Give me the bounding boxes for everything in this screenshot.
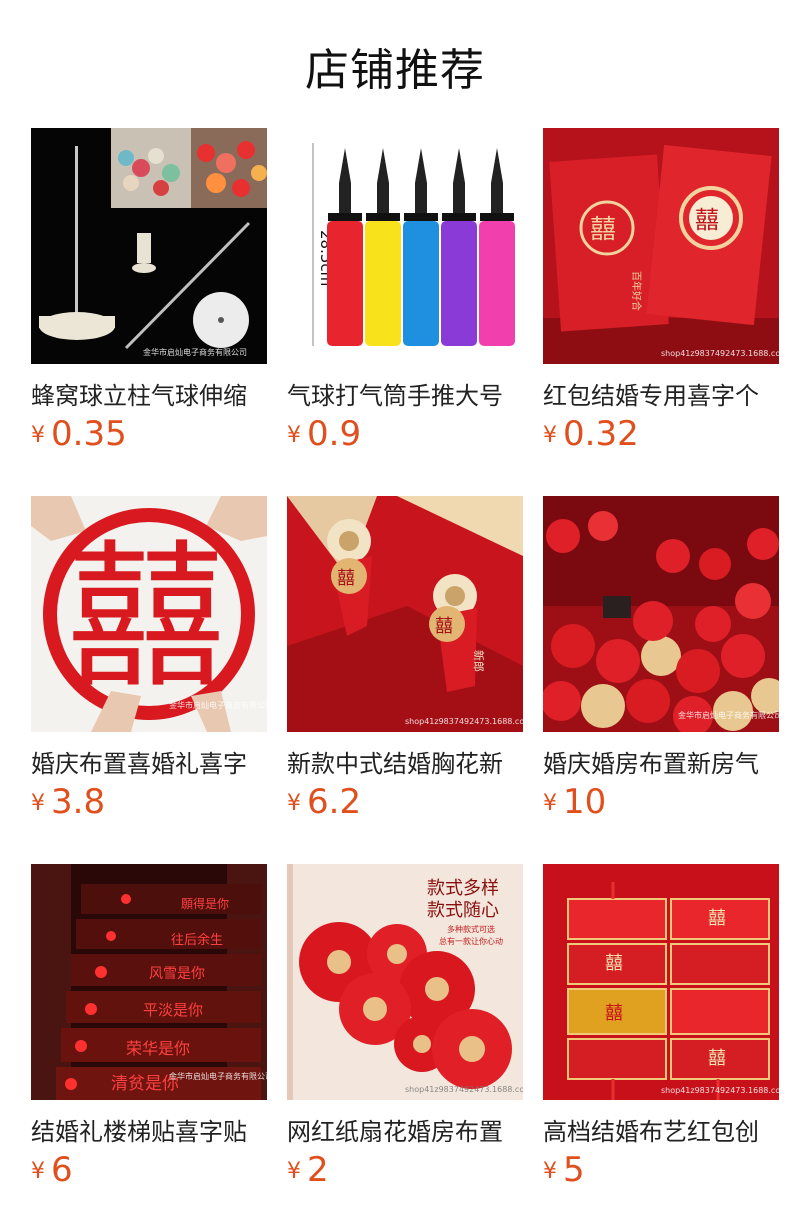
svg-text:囍: 囍 bbox=[435, 616, 453, 637]
product-card[interactable]: 金华市启灿电子商务有限公司 婚庆婚房布置新房气 ¥10 bbox=[543, 496, 779, 836]
product-price: ¥0.9 bbox=[287, 414, 361, 458]
product-image[interactable]: 囍 囍 新郎 shop41z9837492473.1688.com bbox=[287, 496, 523, 732]
product-card[interactable]: 囍 金华市启灿电子商务有限公司 婚庆布置喜婚礼喜字 ¥3.8 bbox=[31, 496, 267, 836]
price-amount: 0.32 bbox=[563, 414, 639, 454]
price-amount: 3.8 bbox=[51, 782, 106, 822]
product-card[interactable]: 28.5cm 气球打气筒手推大号 ¥ 0.9 bbox=[287, 128, 523, 468]
currency-symbol: ¥ bbox=[31, 423, 45, 448]
currency-symbol: ¥ bbox=[543, 1159, 557, 1184]
product-card[interactable]: 囍 百年好合 囍 shop41z9837492473.1688.com 红包结婚… bbox=[543, 128, 779, 468]
product-name[interactable]: 蜂窝球立柱气球伸缩 bbox=[31, 376, 267, 410]
price-amount: 10 bbox=[563, 782, 607, 822]
ribbon-text: 新郎 bbox=[472, 650, 486, 672]
product-price: ¥3.8 bbox=[31, 782, 105, 826]
product-price: ¥0.32 bbox=[543, 414, 639, 458]
svg-text:囍: 囍 bbox=[605, 1003, 623, 1024]
product-image[interactable]: 金华市启灿电子商务有限公司 bbox=[31, 128, 267, 364]
headline-1: 款式多样 bbox=[427, 878, 499, 899]
price-amount: 6 bbox=[51, 1150, 73, 1190]
sub-1: 多种款式可选 bbox=[447, 924, 495, 934]
envelope-text: 百年好合 bbox=[630, 271, 643, 311]
svg-text:囍: 囍 bbox=[605, 953, 623, 974]
product-image[interactable]: 囍 囍 囍 囍 shop41z9837492473.1688.com bbox=[543, 864, 779, 1100]
product-image[interactable]: 願得是你 往后余生 风雪是你 平淡是你 荣华是你 清贫是你 金华市启灿电子商务有… bbox=[31, 864, 267, 1100]
stair-text: 风雪是你 bbox=[149, 966, 205, 982]
currency-symbol: ¥ bbox=[543, 791, 557, 816]
sub-2: 总有一款让你心动 bbox=[439, 936, 503, 946]
product-card[interactable]: 囍 囍 新郎 shop41z9837492473.1688.com 新款中式结婚… bbox=[287, 496, 523, 836]
product-name[interactable]: 红包结婚专用喜字个 bbox=[543, 376, 779, 410]
watermark-text: 金华市启灿电子商务有限公司 bbox=[143, 347, 247, 357]
svg-text:囍: 囍 bbox=[67, 526, 225, 710]
price-amount: 5 bbox=[563, 1150, 585, 1190]
product-image[interactable]: 金华市启灿电子商务有限公司 bbox=[543, 496, 779, 732]
svg-text:囍: 囍 bbox=[708, 908, 726, 929]
product-card[interactable]: 款式多样 款式随心 多种款式可选 总有一款让你心动 shop41z9837492… bbox=[287, 864, 523, 1204]
watermark-text: shop41z9837492473.1688.com bbox=[405, 1085, 523, 1094]
product-name[interactable]: 婚庆布置喜婚礼喜字 bbox=[31, 744, 267, 778]
watermark-text: 金华市启灿电子商务有限公司 bbox=[169, 1071, 267, 1081]
product-grid: 金华市启灿电子商务有限公司 蜂窝球立柱气球伸缩 ¥0.35 28.5cm 气球打… bbox=[31, 128, 781, 1228]
product-price: ¥5 bbox=[543, 1150, 585, 1194]
product-card[interactable]: 囍 囍 囍 囍 shop41z9837492473.1688.com 高档结婚布… bbox=[543, 864, 779, 1204]
product-price: ¥6.2 bbox=[287, 782, 361, 826]
watermark-text: shop41z9837492473.1688.com bbox=[661, 349, 779, 358]
svg-text:囍: 囍 bbox=[708, 1048, 726, 1069]
watermark-text: 金华市启灿电子商务有限公司 bbox=[678, 710, 779, 720]
stair-text: 平淡是你 bbox=[143, 1001, 203, 1019]
currency-symbol: ¥ bbox=[287, 1159, 301, 1184]
product-image[interactable]: 款式多样 款式随心 多种款式可选 总有一款让你心动 shop41z9837492… bbox=[287, 864, 523, 1100]
product-name[interactable]: 新款中式结婚胸花新 bbox=[287, 744, 523, 778]
product-image[interactable]: 囍 百年好合 囍 shop41z9837492473.1688.com bbox=[543, 128, 779, 364]
product-name[interactable]: 婚庆婚房布置新房气 bbox=[543, 744, 779, 778]
currency-symbol: ¥ bbox=[31, 1159, 45, 1184]
watermark-text: shop41z9837492473.1688.com bbox=[405, 717, 523, 726]
svg-text:囍: 囍 bbox=[337, 568, 355, 589]
product-card[interactable]: 金华市启灿电子商务有限公司 蜂窝球立柱气球伸缩 ¥0.35 bbox=[31, 128, 267, 468]
product-price: ¥6 bbox=[31, 1150, 73, 1194]
product-price: ¥0.35 bbox=[31, 414, 127, 458]
svg-text:囍: 囍 bbox=[695, 206, 719, 234]
product-card[interactable]: 願得是你 往后余生 风雪是你 平淡是你 荣华是你 清贫是你 金华市启灿电子商务有… bbox=[31, 864, 267, 1204]
svg-text:囍: 囍 bbox=[590, 215, 616, 245]
product-price: ¥10 bbox=[543, 782, 606, 826]
stair-text: 荣华是你 bbox=[126, 1039, 190, 1058]
watermark-text: 金华市启灿电子商务有限公司 bbox=[169, 700, 267, 710]
product-name[interactable]: 结婚礼楼梯贴喜字贴 bbox=[31, 1112, 267, 1146]
product-image[interactable]: 28.5cm bbox=[287, 128, 523, 364]
price-amount: 0.9 bbox=[307, 414, 362, 454]
headline-2: 款式随心 bbox=[427, 900, 499, 921]
product-name[interactable]: 网红纸扇花婚房布置 bbox=[287, 1112, 523, 1146]
price-amount: 0.35 bbox=[51, 414, 127, 454]
stair-text: 願得是你 bbox=[181, 896, 229, 911]
currency-symbol: ¥ bbox=[543, 423, 557, 448]
watermark-text: shop41z9837492473.1688.com bbox=[661, 1086, 779, 1095]
product-name[interactable]: 高档结婚布艺红包创 bbox=[543, 1112, 779, 1146]
product-name[interactable]: 气球打气筒手推大号 bbox=[287, 376, 523, 410]
product-image[interactable]: 囍 金华市启灿电子商务有限公司 bbox=[31, 496, 267, 732]
price-amount: 2 bbox=[307, 1150, 329, 1190]
currency-symbol: ¥ bbox=[287, 423, 301, 448]
product-price: ¥2 bbox=[287, 1150, 329, 1194]
currency-symbol: ¥ bbox=[287, 791, 301, 816]
stair-text: 往后余生 bbox=[171, 932, 223, 948]
price-amount: 6.2 bbox=[307, 782, 362, 822]
currency-symbol: ¥ bbox=[31, 791, 45, 816]
page-title: 店铺推荐 bbox=[305, 45, 485, 96]
